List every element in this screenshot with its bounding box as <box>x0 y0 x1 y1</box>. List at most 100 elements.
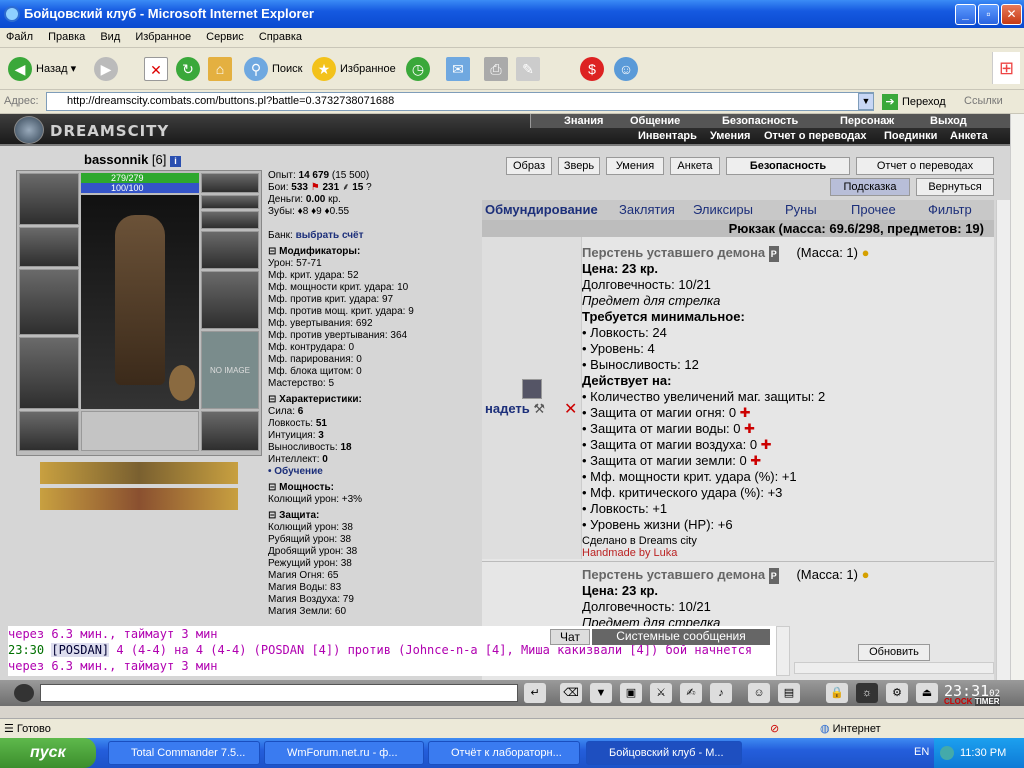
tab-other[interactable]: Прочее <box>851 202 896 217</box>
tab-spells[interactable]: Заклятия <box>619 202 675 217</box>
bracers-slot[interactable] <box>19 227 79 267</box>
wear-link[interactable]: надеть ⚒ <box>485 401 545 417</box>
ring-slot-row[interactable] <box>201 195 259 209</box>
helmet-slot[interactable] <box>19 173 79 225</box>
plus-icon[interactable]: ✚ <box>761 437 772 452</box>
refresh-button[interactable]: ↻ <box>176 54 204 84</box>
send-icon[interactable]: ↵ <box>524 683 546 703</box>
boots-slot[interactable] <box>201 411 259 451</box>
minimize-button[interactable]: _ <box>955 4 976 25</box>
exit-icon[interactable]: ⏏ <box>916 683 938 703</box>
back-button[interactable]: ◀ Назад ▾ <box>8 54 76 84</box>
task-total-commander[interactable]: Total Commander 7.5... <box>108 741 260 765</box>
nav-fights[interactable]: Поединки <box>884 129 937 143</box>
plus-icon[interactable]: ✚ <box>740 405 751 420</box>
task-fight-club[interactable]: Бойцовский клуб - М... <box>586 741 742 765</box>
rings-slot[interactable] <box>201 211 259 229</box>
weapon-slot[interactable] <box>19 269 79 335</box>
music-icon[interactable]: ♪ <box>710 683 732 703</box>
messenger-button[interactable]: ☺ <box>614 54 642 84</box>
lock-icon[interactable]: 🔒 <box>826 683 848 703</box>
menu-edit[interactable]: Правка <box>42 28 91 46</box>
tab-equipment[interactable]: Обмундирование <box>485 202 598 217</box>
tab-runes[interactable]: Руны <box>785 202 817 217</box>
nav-transfer-report[interactable]: Отчет о переводах <box>764 129 867 143</box>
links-label[interactable]: Ссылки <box>964 95 1003 107</box>
transfer-report-button[interactable]: Отчет о переводах <box>856 157 994 175</box>
belt-slot[interactable] <box>19 411 79 451</box>
delete-icon[interactable]: ✕ <box>564 399 577 419</box>
training-link[interactable]: • Обучение <box>268 466 480 478</box>
nav-communication[interactable]: Общение <box>630 114 680 128</box>
amulet-slot[interactable] <box>201 173 259 193</box>
system-messages-tab[interactable]: Системные сообщения <box>592 629 770 645</box>
fight-icon[interactable]: ⚔ <box>650 683 672 703</box>
chat-scrollbar[interactable] <box>776 626 790 676</box>
return-button[interactable]: Вернуться <box>916 178 994 196</box>
start-button[interactable]: пуск <box>0 738 96 768</box>
address-dropdown[interactable]: ▼ <box>858 93 874 110</box>
nav-skills[interactable]: Умения <box>710 129 750 143</box>
pet-icon[interactable]: ☼ <box>856 683 878 703</box>
defense-section[interactable]: ⊟ Защита: <box>268 510 480 522</box>
menu-view[interactable]: Вид <box>94 28 126 46</box>
skills-button[interactable]: Умения <box>606 157 664 175</box>
quiver-slot[interactable] <box>201 271 259 329</box>
popup-blocker-icon[interactable]: ⊘ <box>770 722 779 735</box>
settings-icon[interactable]: ⚙ <box>886 683 908 703</box>
addon-button[interactable]: $ <box>580 54 608 84</box>
bank-link[interactable]: выбрать счёт <box>296 230 364 241</box>
stop-button[interactable]: ✕ <box>144 54 172 84</box>
modifiers-section[interactable]: ⊟ Модификаторы: <box>268 246 480 258</box>
plus-icon[interactable]: ✚ <box>744 421 755 436</box>
eraser-icon[interactable]: ⌫ <box>560 683 582 703</box>
tab-filter[interactable]: Фильтр <box>928 202 972 217</box>
plus-icon[interactable]: ✚ <box>750 453 761 468</box>
edit-button[interactable]: ✎ <box>516 54 544 84</box>
pet-button[interactable]: Зверь <box>558 157 600 175</box>
nav-knowledge[interactable]: Знания <box>564 114 603 128</box>
quick-slots-row1[interactable] <box>40 462 238 484</box>
menu-help[interactable]: Справка <box>253 28 308 46</box>
inner-scrollbar[interactable] <box>996 200 1010 684</box>
maximize-button[interactable]: ▫ <box>978 4 999 25</box>
security-button[interactable]: Безопасность <box>726 157 850 175</box>
hint-button[interactable]: Подсказка <box>830 178 910 196</box>
image-icon[interactable]: ▤ <box>778 683 800 703</box>
empty-slot[interactable]: NO IMAGE <box>201 331 259 409</box>
translit-icon[interactable]: ✍ <box>680 683 702 703</box>
profile-button[interactable]: Анкета <box>670 157 720 175</box>
forward-button[interactable]: ▶ <box>94 54 122 84</box>
menu-file[interactable]: Файл <box>0 28 39 46</box>
close-button[interactable]: ✕ <box>1001 4 1022 25</box>
image-button[interactable]: Образ <box>506 157 552 175</box>
menu-favorites[interactable]: Избранное <box>129 28 197 46</box>
nav-profile[interactable]: Анкета <box>950 129 988 143</box>
search-button[interactable]: ⚲ Поиск <box>244 54 302 84</box>
gloves-slot[interactable] <box>201 231 259 269</box>
armor-slot[interactable] <box>19 337 79 409</box>
characteristics-section[interactable]: ⊟ Характеристики: <box>268 394 480 406</box>
smiley-icon[interactable]: ☺ <box>748 683 770 703</box>
history-button[interactable]: ◷ <box>406 54 434 84</box>
task-wmforum[interactable]: WmForum.net.ru - ф... <box>264 741 424 765</box>
go-button[interactable]: ➔ Переход <box>882 93 946 111</box>
info-icon[interactable]: i <box>170 156 182 167</box>
menu-tools[interactable]: Сервис <box>200 28 250 46</box>
nav-exit[interactable]: Выход <box>930 114 967 128</box>
extra-slots[interactable] <box>81 411 199 451</box>
nav-character[interactable]: Персонаж <box>840 114 894 128</box>
page-scrollbar[interactable] <box>1010 114 1024 684</box>
save-icon[interactable]: ▣ <box>620 683 642 703</box>
filter-icon[interactable]: ▼ <box>590 683 612 703</box>
mail-button[interactable]: ✉ <box>446 54 474 84</box>
chat-tab[interactable]: Чат <box>550 629 590 645</box>
chat-input[interactable] <box>40 684 518 702</box>
nav-inventory[interactable]: Инвентарь <box>638 129 697 143</box>
users-scrollbar[interactable] <box>794 662 994 674</box>
print-button[interactable]: ⎙ <box>484 54 512 84</box>
task-report[interactable]: Отчёт к лабораторн... <box>428 741 580 765</box>
tab-elixirs[interactable]: Эликсиры <box>693 202 753 217</box>
refresh-users-button[interactable]: Обновить <box>858 644 930 661</box>
address-input[interactable]: http://dreamscity.combats.com/buttons.pl… <box>46 92 874 111</box>
